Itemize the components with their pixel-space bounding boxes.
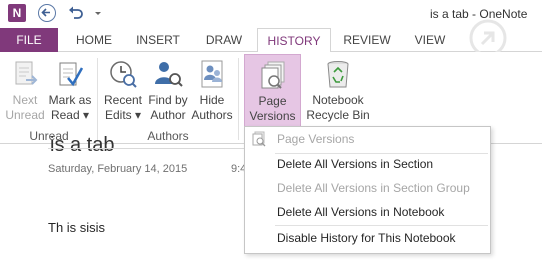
undo-button[interactable] xyxy=(66,3,86,23)
recycle-bin-label-1: Notebook xyxy=(312,93,364,107)
mark-as-read-label-2: Read ▾ xyxy=(50,108,90,122)
page-versions-icon xyxy=(257,59,289,91)
page-versions-menu: Page Versions Delete All Versions in Sec… xyxy=(244,126,491,254)
menu-separator xyxy=(275,225,488,226)
tab-draw[interactable]: DRAW xyxy=(194,28,254,52)
menu-item-disable-history[interactable]: Disable History for This Notebook xyxy=(245,227,490,249)
undo-icon xyxy=(69,6,83,19)
menu-item-label: Delete All Versions in Section Group xyxy=(277,181,470,195)
menu-item-label: Delete All Versions in Notebook xyxy=(277,205,445,219)
hide-authors-label-1: Hide xyxy=(199,93,225,107)
menu-item-delete-versions-section[interactable]: Delete All Versions in Section xyxy=(245,153,490,175)
find-by-author-label-2: Author xyxy=(150,108,186,122)
back-arrow-icon xyxy=(41,8,50,17)
menu-item-label: Disable History for This Notebook xyxy=(277,231,456,245)
page-title[interactable]: is a tab xyxy=(50,134,114,157)
tab-home[interactable]: HOME xyxy=(64,28,124,52)
recent-edits-button[interactable]: Recent Edits ▾ xyxy=(101,54,145,128)
ribbon-tabs: FILE HOME INSERT DRAW HISTORY REVIEW VIE… xyxy=(0,19,542,57)
menu-item-delete-versions-section-group[interactable]: Delete All Versions in Section Group xyxy=(245,177,490,199)
next-unread-label-1: Next xyxy=(12,93,38,107)
onenote-logo-icon: N xyxy=(8,4,26,22)
page-title-underline xyxy=(48,148,270,149)
recycle-bin-icon xyxy=(322,58,354,90)
mark-as-read-icon xyxy=(54,58,86,90)
mark-as-read-label-1: Mark as xyxy=(48,93,92,107)
hide-authors-icon xyxy=(196,58,228,90)
hide-authors-label-2: Authors xyxy=(191,108,233,122)
title-bar: N is a tab - OneNote xyxy=(0,0,542,28)
tab-history[interactable]: HISTORY xyxy=(257,28,331,53)
tab-file[interactable]: FILE xyxy=(0,28,58,52)
next-unread-label-2: Unread xyxy=(5,108,45,122)
menu-item-page-versions[interactable]: Page Versions xyxy=(245,128,490,150)
page-body-text[interactable]: Th is sisis xyxy=(48,220,105,235)
group-label-authors: Authors xyxy=(147,129,189,143)
group-separator xyxy=(97,58,98,140)
recent-edits-icon xyxy=(107,58,139,90)
find-by-author-button[interactable]: Find by Author xyxy=(146,54,190,128)
menu-item-label: Delete All Versions in Section xyxy=(277,157,434,171)
customize-qat-dropdown-icon[interactable] xyxy=(93,7,103,17)
next-unread-icon xyxy=(9,58,41,90)
back-button[interactable] xyxy=(38,4,56,22)
menu-item-delete-versions-notebook[interactable]: Delete All Versions in Notebook xyxy=(245,201,490,223)
find-by-author-icon xyxy=(152,58,184,90)
tab-view[interactable]: VIEW xyxy=(404,28,456,52)
recent-edits-label-1: Recent xyxy=(103,93,143,107)
tab-insert[interactable]: INSERT xyxy=(126,28,190,52)
page-versions-small-icon xyxy=(251,131,267,147)
recent-edits-label-2: Edits ▾ xyxy=(104,108,142,122)
mark-as-read-button[interactable]: Mark as Read ▾ xyxy=(48,54,92,128)
page-versions-button[interactable]: Page Versions ▾ xyxy=(244,54,301,138)
page-versions-label-1: Page xyxy=(258,94,287,108)
menu-item-label: Page Versions xyxy=(277,132,355,146)
hide-authors-button[interactable]: Hide Authors xyxy=(191,54,233,128)
tab-review[interactable]: REVIEW xyxy=(334,28,400,52)
page-date: Saturday, February 14, 2015 xyxy=(48,163,188,175)
group-separator xyxy=(238,58,239,140)
next-unread-button[interactable]: Next Unread xyxy=(4,54,46,128)
notebook-recycle-bin-button[interactable]: Notebook Recycle Bin ▾ xyxy=(302,54,374,137)
find-by-author-label-1: Find by xyxy=(148,93,188,107)
